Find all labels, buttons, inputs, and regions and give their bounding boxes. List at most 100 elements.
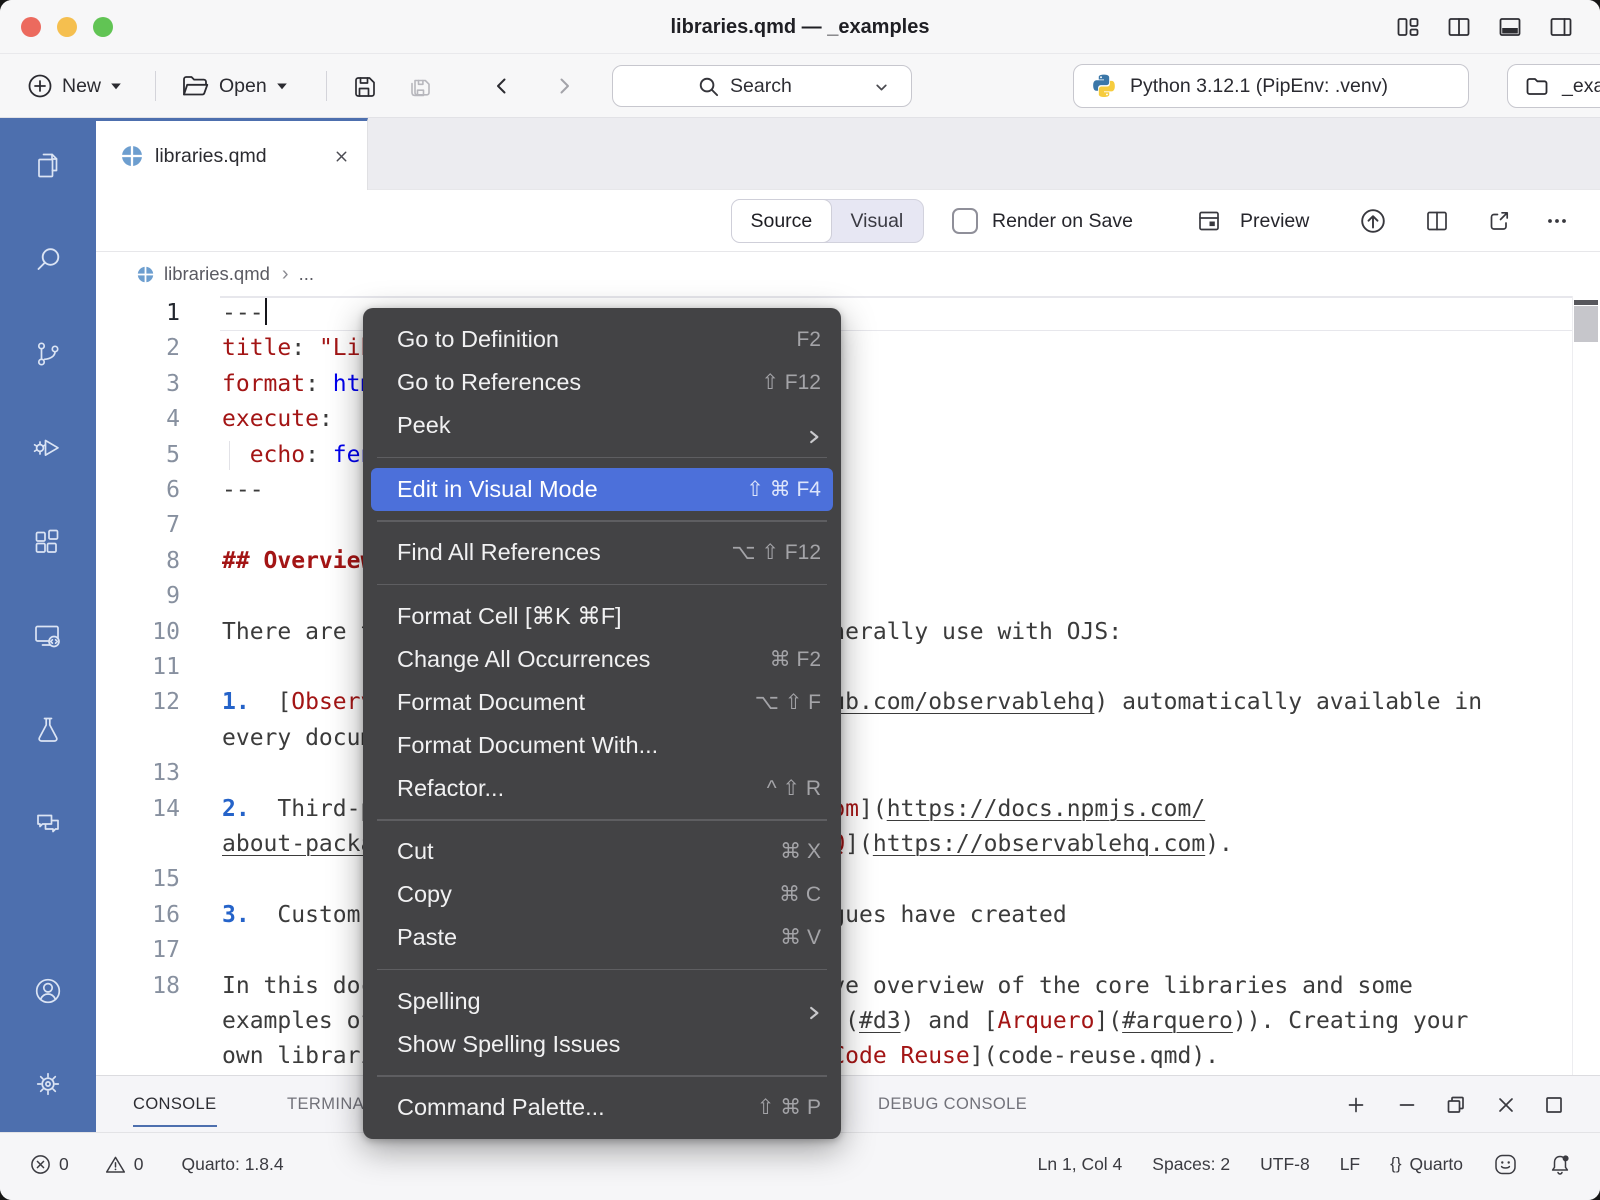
menu-item-peek[interactable]: Peek: [363, 404, 841, 447]
activity-settings-gear-button[interactable]: [0, 1054, 96, 1118]
menu-item-format-document-with[interactable]: Format Document With...: [363, 724, 841, 767]
render-on-save-checkbox[interactable]: [952, 208, 978, 234]
activity-search-button[interactable]: [0, 230, 96, 294]
account-icon: [33, 976, 63, 1011]
line-number: 17: [96, 933, 180, 968]
tab-libraries-qmd[interactable]: libraries.qmd: [96, 118, 368, 191]
line-number: 7: [96, 508, 180, 543]
scrollbar-thumb[interactable]: [1574, 306, 1598, 342]
menu-item-cut[interactable]: Cut⌘ X: [363, 830, 841, 873]
close-panel-icon[interactable]: [1494, 1093, 1518, 1117]
menu-separator: [377, 969, 827, 971]
titlebar-layout-controls: [1395, 0, 1574, 54]
menu-item-refactor[interactable]: Refactor...^ ⇧ R: [363, 767, 841, 810]
cursor-position-status[interactable]: Ln 1, Col 4: [1038, 1154, 1123, 1175]
visual-mode-button[interactable]: Visual: [831, 200, 923, 242]
menu-separator: [377, 520, 827, 522]
workspace-selector[interactable]: _examples: [1507, 64, 1600, 108]
panel-tab-terminal[interactable]: TERMINAL: [287, 1076, 374, 1133]
menu-item-change-all-occurrences[interactable]: Change All Occurrences⌘ F2: [363, 638, 841, 681]
secondary-sidebar-icon[interactable]: [1548, 14, 1574, 40]
save-all-button[interactable]: [405, 54, 435, 118]
menu-item-edit-in-visual-mode[interactable]: Edit in Visual Mode⇧ ⌘ F4: [371, 468, 833, 511]
open-button[interactable]: Open: [180, 54, 288, 118]
line-number: 8: [96, 544, 180, 579]
run-debug-icon: [32, 432, 64, 469]
activity-source-control-button[interactable]: [0, 324, 96, 388]
render-document-icon[interactable]: [1358, 206, 1388, 241]
line-number: 9: [96, 579, 180, 614]
menu-item-go-to-definition[interactable]: Go to DefinitionF2: [363, 318, 841, 361]
more-actions-icon[interactable]: [1544, 208, 1570, 239]
search-input[interactable]: Search: [612, 65, 912, 107]
folder-icon: [1524, 73, 1550, 99]
new-button-label: New: [62, 75, 101, 98]
activity-explorer-button[interactable]: [0, 136, 96, 200]
maximize-panel-icon[interactable]: [1542, 1093, 1566, 1117]
activity-comments-button[interactable]: [0, 794, 96, 858]
line-number: 11: [96, 650, 180, 685]
feedback-smiley-icon: [1493, 1152, 1518, 1177]
toggle-panel-icon[interactable]: [1497, 14, 1523, 40]
menu-item-command-palette[interactable]: Command Palette...⇧ ⌘ P: [363, 1086, 841, 1129]
panel-tab-debug-console[interactable]: DEBUG CONSOLE: [878, 1076, 1027, 1133]
menu-item-paste[interactable]: Paste⌘ V: [363, 916, 841, 959]
editor-action-bar: Source Visual Render on Save Preview: [96, 190, 1600, 252]
split-editor-layout-icon[interactable]: [1446, 14, 1472, 40]
restore-panel-icon[interactable]: [1444, 1093, 1468, 1117]
feedback-button[interactable]: [1493, 1152, 1518, 1177]
new-console-icon[interactable]: [1344, 1093, 1368, 1117]
editor-scrollbar[interactable]: [1572, 296, 1600, 1076]
interpreter-selector[interactable]: Python 3.12.1 (PipEnv: .venv): [1073, 64, 1469, 108]
cursor-position-label: Ln 1, Col 4: [1038, 1154, 1123, 1175]
notifications-button[interactable]: [1548, 1152, 1572, 1176]
quarto-file-icon: [121, 145, 143, 167]
menu-item-format-cell-k-f[interactable]: Format Cell [⌘K ⌘F]: [363, 595, 841, 638]
language-mode-label: Quarto: [1410, 1154, 1464, 1175]
navigate-back-button[interactable]: [490, 54, 514, 118]
menu-item-go-to-references[interactable]: Go to References⇧ F12: [363, 361, 841, 404]
customize-layout-icon[interactable]: [1395, 14, 1421, 40]
menu-item-find-all-references[interactable]: Find All References⌥ ⇧ F12: [363, 531, 841, 574]
new-button[interactable]: New: [27, 54, 122, 118]
menu-shortcut: ⌥ ⇧ F: [755, 681, 821, 724]
line-number: 2: [96, 331, 180, 366]
minimize-panel-icon[interactable]: [1395, 1093, 1419, 1117]
menu-item-show-spelling-issues[interactable]: Show Spelling Issues: [363, 1023, 841, 1066]
split-editor-icon[interactable]: [1424, 208, 1450, 239]
quarto-version-status[interactable]: Quarto: 1.8.4: [181, 1154, 283, 1175]
navigate-forward-button[interactable]: [552, 54, 576, 118]
breadcrumb-more[interactable]: ...: [299, 263, 314, 285]
menu-item-spelling[interactable]: Spelling: [363, 980, 841, 1023]
activity-testing-button[interactable]: [0, 700, 96, 764]
activity-account-button[interactable]: [0, 961, 96, 1025]
source-mode-button[interactable]: Source: [731, 199, 832, 243]
save-icon: [350, 72, 378, 100]
preview-label[interactable]: Preview: [1240, 190, 1309, 252]
preview-icon[interactable]: [1196, 208, 1222, 239]
language-mode-status[interactable]: {} Quarto: [1390, 1154, 1463, 1175]
render-on-save-label: Render on Save: [992, 190, 1133, 252]
menu-item-format-document[interactable]: Format Document⌥ ⇧ F: [363, 681, 841, 724]
eol-status[interactable]: LF: [1340, 1154, 1360, 1175]
menu-shortcut: ⌘ X: [780, 830, 821, 873]
close-tab-icon[interactable]: [334, 149, 349, 164]
panel-tab-console[interactable]: CONSOLE: [133, 1076, 217, 1133]
activity-remote-explorer-button[interactable]: [0, 606, 96, 670]
menu-separator: [377, 1075, 827, 1077]
save-button[interactable]: [350, 54, 378, 118]
activity-extensions-button[interactable]: [0, 512, 96, 576]
encoding-status[interactable]: UTF-8: [1260, 1154, 1310, 1175]
indentation-status[interactable]: Spaces: 2: [1152, 1154, 1230, 1175]
menu-item-copy[interactable]: Copy⌘ C: [363, 873, 841, 916]
error-count: 0: [59, 1154, 69, 1175]
bottom-panel: CONSOLE TERMINAL DEBUG CONSOLE: [96, 1075, 1600, 1132]
breadcrumb-file[interactable]: libraries.qmd: [164, 263, 270, 285]
open-in-new-window-icon[interactable]: [1486, 208, 1512, 239]
chevron-right-icon: [552, 74, 576, 98]
activity-run-debug-button[interactable]: [0, 418, 96, 482]
code-editor[interactable]: 1---2title: "Libraries"3format: html4exe…: [96, 296, 1600, 1076]
python-logo-icon: [1090, 72, 1118, 100]
problems-status[interactable]: 0 0: [30, 1154, 143, 1175]
line-number: 12: [96, 685, 180, 720]
